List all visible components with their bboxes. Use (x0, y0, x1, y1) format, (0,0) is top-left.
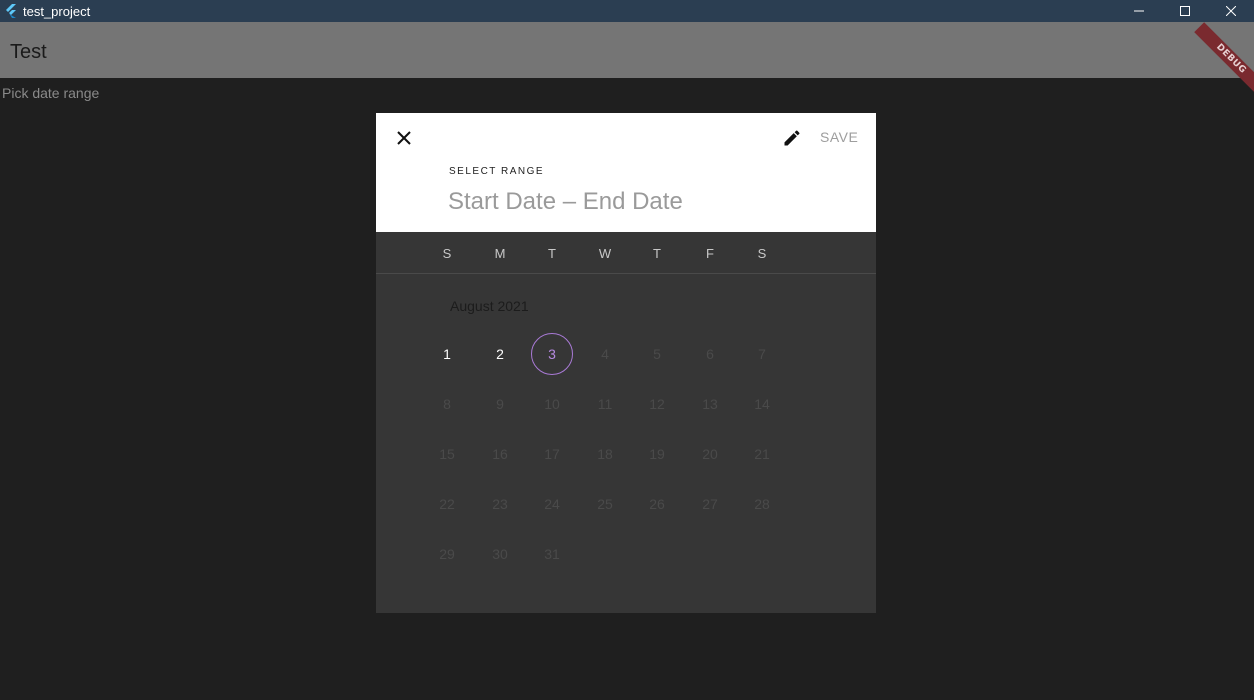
window-controls (1116, 0, 1254, 22)
date-range-picker-dialog: SAVE SELECT RANGE Start Date – End Date … (376, 113, 876, 613)
calendar-day: 14 (754, 396, 770, 412)
calendar-day: 30 (492, 546, 508, 562)
calendar-day: 4 (601, 346, 609, 362)
pick-date-range-text[interactable]: Pick date range (2, 85, 99, 101)
calendar-day: 29 (439, 546, 455, 562)
calendar-day: 18 (597, 446, 613, 462)
calendar-day: 9 (496, 396, 504, 412)
calendar-day: 8 (443, 396, 451, 412)
selected-range-text: Start Date – End Date (448, 188, 683, 215)
close-dialog-button[interactable] (392, 126, 416, 150)
calendar-day: 13 (702, 396, 718, 412)
flutter-logo-icon (4, 4, 18, 18)
weekday-label: T (653, 246, 661, 261)
calendar-day: 5 (653, 346, 661, 362)
weekday-label: F (706, 246, 714, 261)
minimize-button[interactable] (1116, 0, 1162, 22)
calendar-day: 7 (758, 346, 766, 362)
maximize-button[interactable] (1162, 0, 1208, 22)
calendar-day: 6 (706, 346, 714, 362)
dialog-header: SAVE SELECT RANGE Start Date – End Date (376, 113, 876, 232)
calendar-day: 22 (439, 496, 455, 512)
calendar-day: 12 (649, 396, 665, 412)
app-window: test_project Test DEBUG Pick date range … (0, 0, 1254, 700)
weekday-label: W (598, 246, 612, 261)
calendar-day: 26 (649, 496, 665, 512)
calendar-day: 24 (544, 496, 560, 512)
calendar-day: 28 (754, 496, 770, 512)
switch-to-input-button[interactable] (780, 126, 804, 150)
window-titlebar: test_project (0, 0, 1254, 22)
save-button[interactable]: SAVE (820, 129, 858, 149)
calendar-day: 19 (649, 446, 665, 462)
weekday-label: S (442, 246, 452, 261)
calendar-day: 10 (544, 396, 560, 412)
maximize-icon (1180, 6, 1190, 16)
debug-banner: DEBUG (1194, 22, 1254, 96)
calendar-day: 15 (439, 446, 455, 462)
calendar-day[interactable]: 1 (426, 333, 468, 375)
calendar-day: 21 (754, 446, 770, 462)
close-icon (1226, 6, 1236, 16)
page-title: Test (10, 40, 47, 63)
pencil-icon (784, 130, 800, 146)
calendar-day: 23 (492, 496, 508, 512)
calendar-day[interactable]: 2 (479, 333, 521, 375)
calendar-day: 16 (492, 446, 508, 462)
weekday-header: SMTWTFS (376, 232, 876, 274)
calendar-day: 27 (702, 496, 718, 512)
close-icon (397, 131, 411, 145)
calendar-day: 25 (597, 496, 613, 512)
select-range-label: SELECT RANGE (449, 166, 545, 177)
calendar-day-today[interactable]: 3 (531, 333, 573, 375)
calendar-day: 17 (544, 446, 560, 462)
calendar-day: 31 (544, 546, 560, 562)
weekday-label: S (757, 246, 767, 261)
minimize-icon (1134, 10, 1144, 12)
calendar-day: 20 (702, 446, 718, 462)
calendar-grid: August 2021 1 2 3 4 5 6 7 8 9 10 11 12 13 14 15 16 17 18 1… (376, 275, 876, 613)
weekday-label: M (494, 246, 506, 261)
window-title: test_project (23, 3, 91, 19)
app-bar: Test DEBUG (0, 22, 1254, 96)
close-window-button[interactable] (1208, 0, 1254, 22)
calendar-day: 11 (597, 396, 613, 412)
month-label: August 2021 (450, 298, 529, 314)
weekday-label: T (548, 246, 556, 261)
